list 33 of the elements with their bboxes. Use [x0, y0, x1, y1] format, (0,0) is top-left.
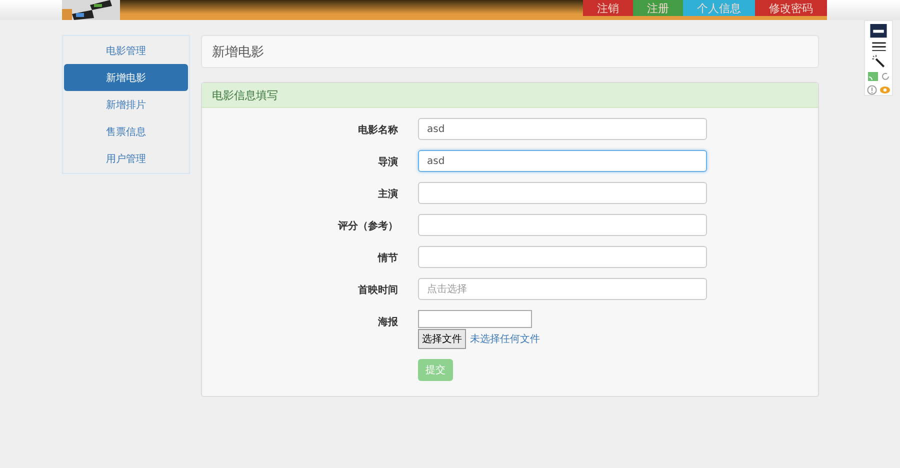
menu-icon[interactable]: [872, 42, 886, 52]
input-field[interactable]: [418, 246, 707, 268]
input-field[interactable]: 点击选择: [418, 278, 707, 300]
choose-file-button[interactable]: 选择文件: [418, 329, 466, 349]
panel-heading: 电影信息填写: [202, 83, 818, 108]
input-field[interactable]: [418, 214, 707, 236]
field-label: 评分（参考）: [336, 220, 398, 233]
input-field[interactable]: [418, 182, 707, 204]
sidebar-item[interactable]: 用户管理: [64, 145, 188, 172]
header-button[interactable]: 注销: [583, 0, 633, 16]
header-button[interactable]: 注册: [633, 0, 683, 16]
extension-icon[interactable]: [870, 24, 887, 38]
field-label: 海报: [377, 316, 398, 329]
info-icon[interactable]: [867, 85, 877, 96]
page-title: 新增电影: [201, 35, 819, 68]
sidebar-item[interactable]: 新增排片: [64, 91, 188, 118]
input-field[interactable]: asd: [418, 118, 707, 140]
magic-wand-icon[interactable]: [872, 55, 885, 68]
field-label: 电影名称: [357, 124, 398, 137]
refresh-icon[interactable]: [880, 72, 890, 82]
input-field[interactable]: asd: [418, 150, 707, 172]
file-status: 未选择任何文件: [470, 332, 540, 346]
eye-icon[interactable]: [880, 85, 890, 96]
sidebar-item[interactable]: 电影管理: [64, 37, 188, 64]
field-label: 情节: [376, 252, 398, 265]
header-button[interactable]: 修改密码: [755, 0, 827, 16]
input-field[interactable]: [418, 310, 532, 328]
cast-icon[interactable]: [868, 72, 878, 82]
sidebar-item[interactable]: 售票信息: [64, 118, 188, 145]
field-label: 导演: [377, 156, 398, 169]
sidebar-item[interactable]: 新增电影: [64, 64, 188, 91]
field-label: 首映时间: [357, 284, 398, 297]
field-label: 主演: [377, 187, 398, 201]
